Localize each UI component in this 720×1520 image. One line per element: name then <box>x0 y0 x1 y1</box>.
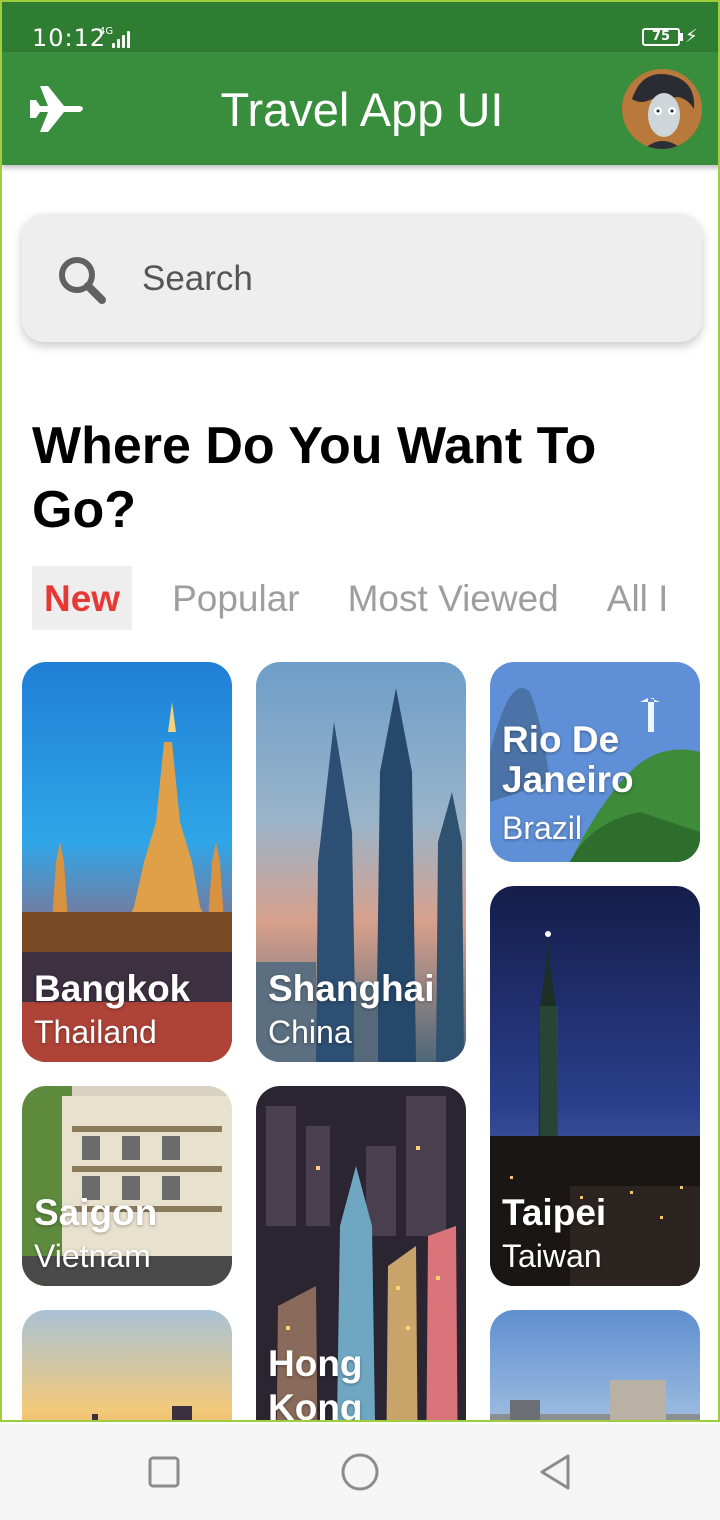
status-bar: 10:12 4G 75 ⚡ <box>2 0 718 52</box>
destination-image <box>22 1310 232 1420</box>
card-city: Shanghai <box>268 968 435 1009</box>
app-screen: 10:12 4G 75 ⚡ Travel App UI Search Where… <box>0 0 720 1422</box>
destination-card[interactable] <box>490 1310 700 1420</box>
app-title: Travel App UI <box>220 83 504 136</box>
battery-icon: 75 <box>642 28 680 46</box>
triangle-back-icon[interactable] <box>536 1452 576 1492</box>
destination-card-saigon[interactable]: Saigon Vietnam <box>22 1086 232 1286</box>
destination-card-bangkok[interactable]: Bangkok Thailand <box>22 662 232 1062</box>
page-heading: Where Do You Want To Go? <box>32 417 597 539</box>
circle-icon[interactable] <box>338 1450 382 1494</box>
card-country: Taiwan <box>502 1238 602 1274</box>
search-bar[interactable] <box>22 214 702 342</box>
signal-icon <box>112 30 134 48</box>
destination-image <box>490 1310 700 1420</box>
system-nav-bar <box>0 1424 720 1520</box>
tab-all[interactable]: All I <box>607 566 669 630</box>
destination-card-taipei[interactable]: Taipei Taiwan <box>490 886 700 1286</box>
destination-card[interactable] <box>22 1310 232 1420</box>
card-country: Vietnam <box>34 1238 151 1274</box>
tab-popular[interactable]: Popular <box>172 566 300 630</box>
card-city: Taipei <box>502 1192 607 1233</box>
status-time: 10:12 <box>32 24 107 52</box>
network-type: 4G <box>99 26 114 37</box>
search-icon <box>59 257 106 304</box>
destination-card-hong-kong[interactable]: Hong Kong <box>256 1086 466 1422</box>
battery-level: 75 <box>651 29 671 44</box>
user-avatar[interactable] <box>622 69 702 149</box>
charging-icon: ⚡ <box>685 26 698 46</box>
tab-most-viewed[interactable]: Most Viewed <box>348 566 559 630</box>
card-country: Thailand <box>34 1014 157 1050</box>
destination-card-shanghai[interactable]: Shanghai China <box>256 662 466 1062</box>
tab-new[interactable]: New <box>32 566 133 630</box>
app-bar: Travel App UI <box>2 52 718 165</box>
card-city: Bangkok <box>34 968 191 1009</box>
category-tabs: New Popular Most Viewed All I <box>32 566 716 630</box>
card-country: Brazil <box>502 810 583 846</box>
card-city: Rio De Janeiro <box>502 719 634 800</box>
search-input[interactable] <box>142 254 662 304</box>
card-city: Hong Kong <box>268 1343 363 1422</box>
card-city: Saigon <box>34 1192 158 1233</box>
square-icon[interactable] <box>144 1452 184 1492</box>
destination-card-rio[interactable]: Rio De Janeiro Brazil <box>490 662 700 862</box>
card-country: China <box>268 1014 352 1050</box>
battery-nub <box>680 33 683 41</box>
